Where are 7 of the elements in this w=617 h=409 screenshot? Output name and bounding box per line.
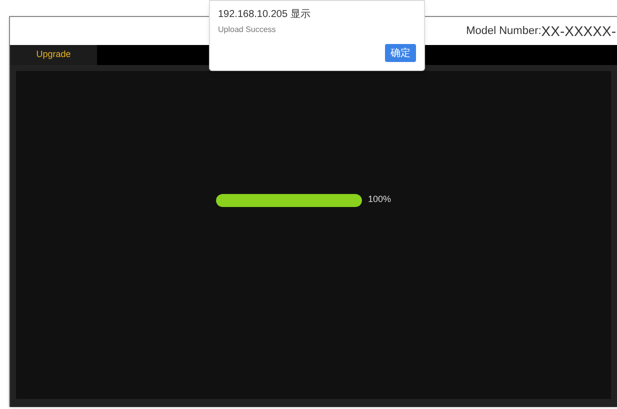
dialog-message: Upload Success xyxy=(218,24,277,36)
model-number-value: XX-XXXXX- xyxy=(541,22,616,40)
model-number-label: Model Number: xyxy=(466,24,542,39)
nav-tab[interactable]: Upgrade xyxy=(10,45,97,65)
dialog-title: 192.168.10.205 显示 xyxy=(218,9,312,21)
confirm-button[interactable]: 确定 xyxy=(385,44,416,62)
progress-reading: 100% xyxy=(368,193,392,206)
